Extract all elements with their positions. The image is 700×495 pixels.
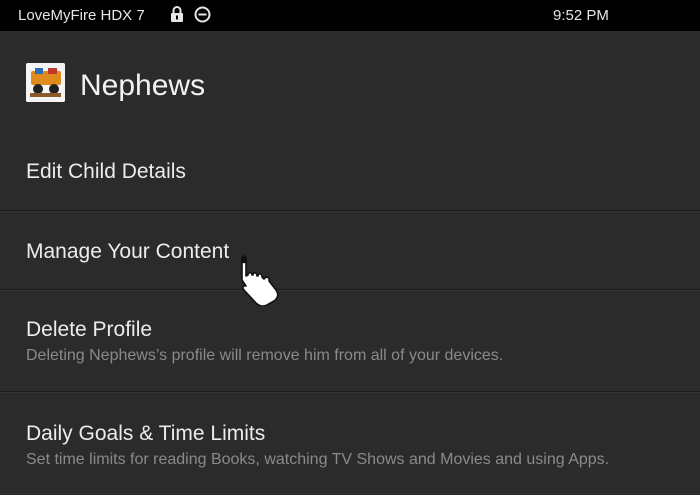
profile-name: Nephews xyxy=(80,69,206,102)
menu-item-description: Set time limits for reading Books, watch… xyxy=(26,451,610,468)
menu-item-description: Deleting Nephews’s profile will remove h… xyxy=(26,347,504,364)
daily-goals-time-limits-item[interactable]: Daily Goals & Time Limits Set time limit… xyxy=(0,392,700,495)
menu-item-label: Daily Goals & Time Limits xyxy=(26,422,266,445)
status-icons xyxy=(170,5,211,27)
child-profile-avatar xyxy=(26,63,65,102)
delete-profile-item[interactable]: Delete Profile Deleting Nephews’s profil… xyxy=(0,290,700,392)
status-bar: LoveMyFire HDX 7 9:52 PM xyxy=(0,0,700,31)
settings-menu: Edit Child Details Manage Your Content D… xyxy=(0,131,700,495)
menu-item-label: Manage Your Content xyxy=(26,240,230,263)
menu-item-label: Delete Profile xyxy=(26,318,153,341)
device-name: LoveMyFire HDX 7 xyxy=(18,7,145,24)
menu-item-label: Edit Child Details xyxy=(26,160,186,183)
clock: 9:52 PM xyxy=(553,7,609,24)
profile-header: Nephews xyxy=(0,31,700,131)
do-not-disturb-icon xyxy=(194,6,211,27)
manage-your-content-item[interactable]: Manage Your Content xyxy=(0,211,700,290)
edit-child-details-item[interactable]: Edit Child Details xyxy=(0,131,700,211)
lock-icon xyxy=(170,5,184,27)
hand-pointer-icon xyxy=(236,254,282,307)
